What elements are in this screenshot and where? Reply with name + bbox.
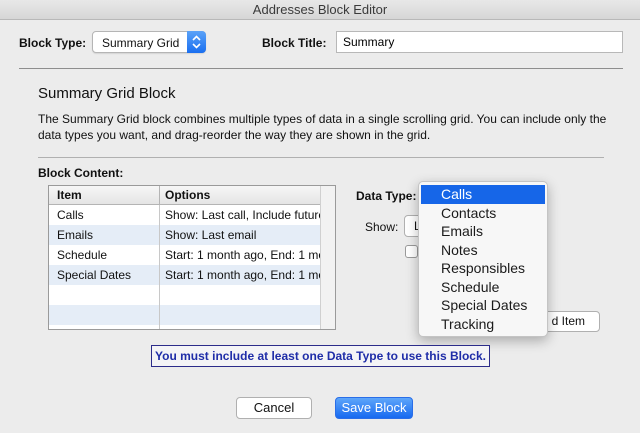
table-row-empty <box>49 285 321 305</box>
section-divider <box>38 157 604 158</box>
section-heading: Summary Grid Block <box>38 85 176 102</box>
row-options: Show: Last email <box>165 228 257 242</box>
row-options: Start: 1 month ago, End: 1 mo <box>165 268 321 282</box>
save-block-button[interactable]: Save Block <box>335 397 413 419</box>
menu-item-notes[interactable]: Notes <box>419 241 547 260</box>
menu-item-calls[interactable]: Calls <box>421 185 545 204</box>
block-title-label: Block Title: <box>262 36 327 50</box>
menu-item-schedule[interactable]: Schedule <box>419 278 547 297</box>
row-item: Calls <box>57 208 84 222</box>
table-scrollbar[interactable] <box>320 186 335 329</box>
menu-item-tracking[interactable]: Tracking <box>419 315 547 334</box>
window-title: Addresses Block Editor <box>0 0 640 20</box>
data-type-label: Data Type: <box>356 189 417 203</box>
row-item: Schedule <box>57 248 108 262</box>
menu-item-emails[interactable]: Emails <box>419 222 547 241</box>
row-item: Special Dates <box>57 268 132 282</box>
show-label: Show: <box>365 220 399 234</box>
header-divider <box>19 68 623 69</box>
table-header: Item Options <box>49 186 321 205</box>
table-row[interactable]: Special Dates Start: 1 month ago, End: 1… <box>49 265 321 285</box>
block-type-value: Summary Grid <box>102 36 180 50</box>
row-options: Start: 1 month ago, End: 1 mo <box>165 248 321 262</box>
block-type-popup[interactable]: Summary Grid <box>92 31 206 53</box>
column-header-options[interactable]: Options <box>165 188 210 202</box>
menu-item-special-dates[interactable]: Special Dates <box>419 296 547 315</box>
block-type-label: Block Type: <box>19 36 87 50</box>
section-description: The Summary Grid block combines multiple… <box>38 112 607 142</box>
table-row[interactable]: Schedule Start: 1 month ago, End: 1 mo <box>49 245 321 265</box>
table-row[interactable]: Calls Show: Last call, Include future <box>49 205 321 225</box>
block-content-table[interactable]: Item Options Calls Show: Last call, Incl… <box>48 185 336 330</box>
menu-item-contacts[interactable]: Contacts <box>419 204 547 223</box>
add-item-label: d Item <box>551 314 585 328</box>
validation-notice: You must include at least one Data Type … <box>151 345 490 367</box>
row-item: Emails <box>57 228 94 242</box>
table-row-empty <box>49 305 321 325</box>
block-title-input[interactable] <box>336 31 623 53</box>
column-header-item[interactable]: Item <box>57 188 82 202</box>
cancel-button[interactable]: Cancel <box>236 397 312 419</box>
chevron-updown-icon <box>187 31 206 53</box>
row-options: Show: Last call, Include future <box>165 208 321 222</box>
menu-item-responsibles[interactable]: Responsibles <box>419 259 547 278</box>
block-content-label: Block Content: <box>38 166 124 180</box>
table-row[interactable]: Emails Show: Last email <box>49 225 321 245</box>
option-checkbox[interactable] <box>405 245 418 258</box>
data-type-dropdown-menu[interactable]: Calls Contacts Emails Notes Responsibles… <box>418 181 548 337</box>
